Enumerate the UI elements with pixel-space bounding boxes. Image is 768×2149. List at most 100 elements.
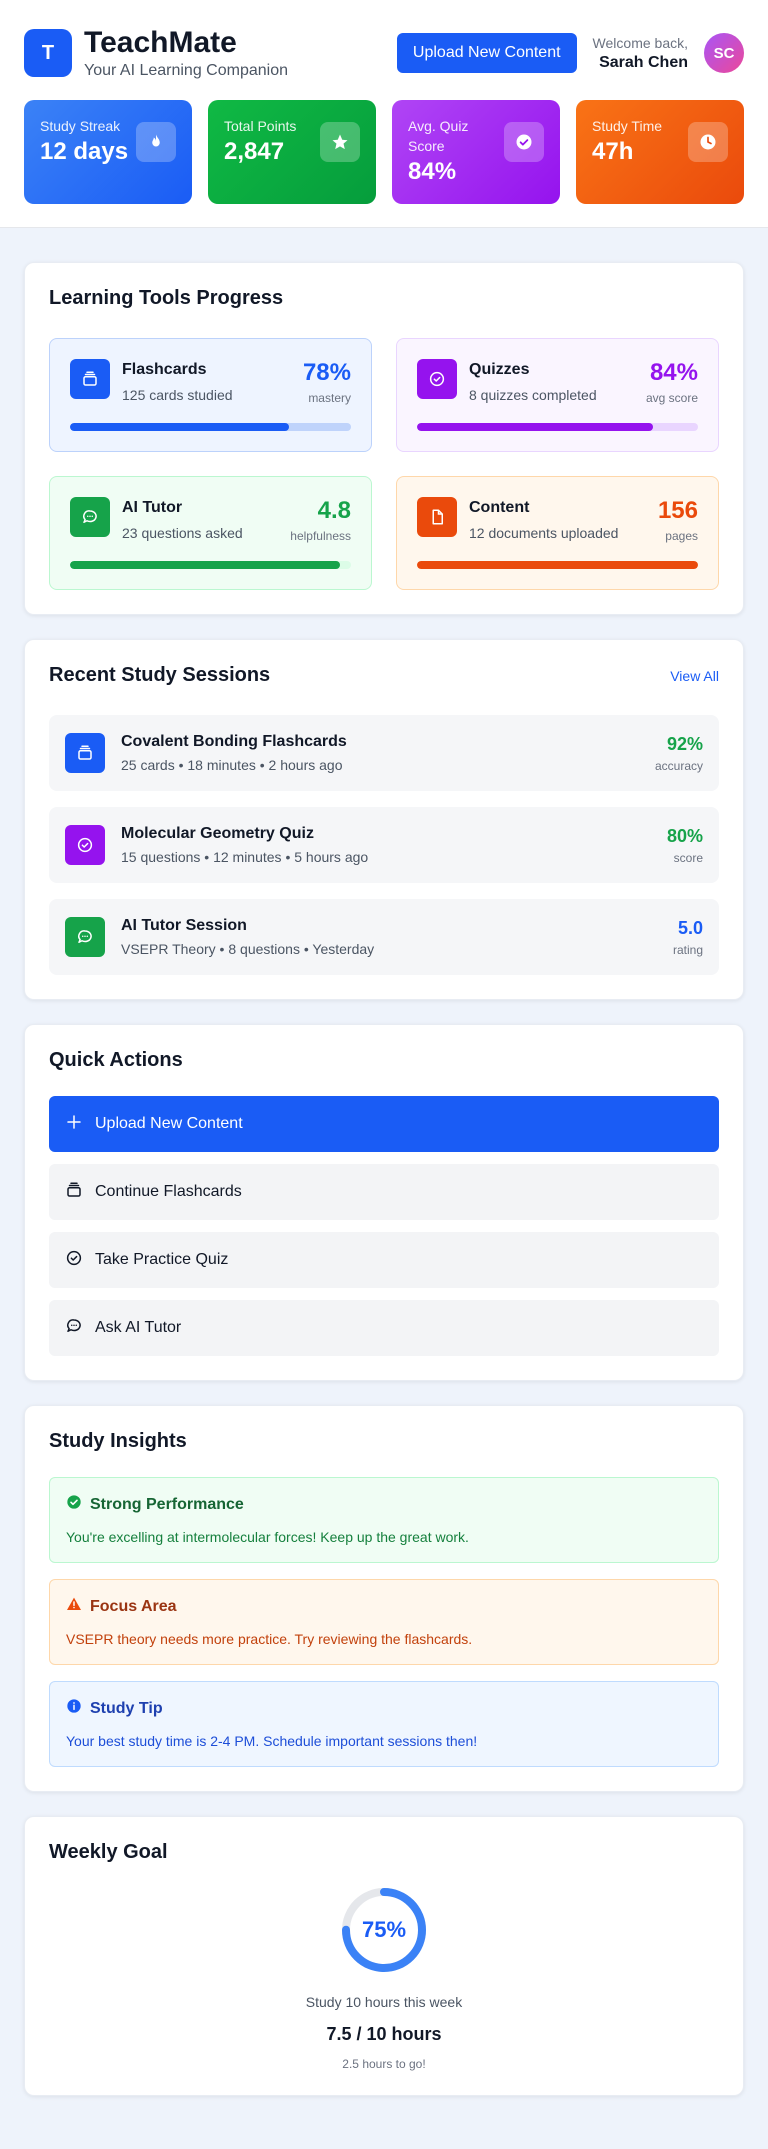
tool-desc: 12 documents uploaded	[469, 525, 619, 541]
action-label: Continue Flashcards	[95, 1183, 242, 1200]
session-title: Molecular Geometry Quiz	[121, 825, 314, 842]
tool-name: Content	[469, 499, 530, 516]
app-subtitle: Your AI Learning Companion	[84, 62, 288, 79]
view-all-link[interactable]: View All	[670, 668, 719, 684]
section-title: Recent Study Sessions	[49, 664, 271, 686]
tool-desc: 8 quizzes completed	[469, 387, 597, 403]
tool-desc: 23 questions asked	[122, 525, 243, 541]
goal-progress-ring: 75%	[340, 1886, 428, 1974]
document-icon	[417, 497, 457, 537]
check-circle-icon	[65, 825, 105, 865]
insight-body: You're excelling at intermolecular force…	[66, 1529, 469, 1545]
app-title: TeachMate	[84, 26, 237, 59]
stats-row: Study Streak 12 days Total Points 2,847 …	[24, 100, 744, 204]
insight-strong-performance: Strong Performance You're excelling at i…	[49, 1477, 719, 1563]
stat-card-quiz-score: Avg. Quiz Score 84%	[392, 100, 560, 204]
session-item[interactable]: AI Tutor Session VSEPR Theory • 8 questi…	[49, 899, 719, 975]
section-title: Weekly Goal	[49, 1841, 168, 1863]
stat-label: Study Time	[592, 118, 663, 134]
session-metric-value: 5.0	[677, 917, 703, 938]
session-meta: 15 questions • 12 minutes • 5 hours ago	[121, 849, 369, 865]
insight-title: Focus Area	[90, 1597, 177, 1615]
clock-icon	[688, 122, 728, 162]
avatar[interactable]: SC	[704, 33, 744, 73]
weekly-goal-card: Weekly Goal 75% Study 10 hours this week…	[24, 1816, 744, 2096]
progress-fill	[70, 423, 290, 431]
tool-metric-value: 78%	[302, 359, 351, 386]
session-title: Covalent Bonding Flashcards	[121, 733, 347, 750]
ask-ai-tutor-button[interactable]: Ask AI Tutor	[49, 1300, 719, 1356]
session-metric-label: rating	[672, 942, 703, 957]
stat-label: Avg. Quiz Score	[408, 118, 469, 154]
chat-icon	[70, 497, 110, 537]
flame-icon	[136, 122, 176, 162]
tool-metric-label: helpfulness	[290, 529, 351, 543]
chat-icon	[65, 1317, 83, 1340]
session-metric-value: 80%	[666, 825, 703, 846]
tool-quizzes[interactable]: Quizzes 8 quizzes completed 84% avg scor…	[396, 338, 719, 452]
goal-text: Study 10 hours this week	[305, 1994, 463, 2010]
learning-tools-card: Learning Tools Progress Flashcards 125 c…	[24, 262, 744, 615]
warning-icon	[66, 1596, 82, 1617]
section-title: Learning Tools Progress	[49, 287, 284, 309]
tool-name: Flashcards	[122, 361, 207, 378]
cards-icon	[65, 1181, 83, 1204]
progress-fill	[417, 561, 698, 569]
upload-new-content-button[interactable]: Upload New Content	[49, 1096, 719, 1152]
cards-icon	[70, 359, 110, 399]
session-title: AI Tutor Session	[121, 917, 247, 934]
tool-metric-label: avg score	[645, 391, 698, 405]
plus-icon	[65, 1113, 83, 1136]
quick-actions-card: Quick Actions Upload New Content Continu…	[24, 1024, 744, 1381]
chat-icon	[65, 917, 105, 957]
stat-value: 84%	[408, 158, 457, 185]
goal-remaining: 2.5 hours to go!	[342, 2057, 426, 2071]
session-item[interactable]: Covalent Bonding Flashcards 25 cards • 1…	[49, 715, 719, 791]
action-label: Ask AI Tutor	[95, 1319, 182, 1336]
session-meta: 25 cards • 18 minutes • 2 hours ago	[121, 757, 343, 773]
session-item[interactable]: Molecular Geometry Quiz 15 questions • 1…	[49, 807, 719, 883]
user-name: Sarah Chen	[599, 53, 688, 71]
cards-icon	[65, 733, 105, 773]
check-circle-icon	[504, 122, 544, 162]
tool-metric-value: 156	[657, 497, 698, 524]
welcome-text: Welcome back,	[592, 34, 688, 51]
star-icon	[320, 122, 360, 162]
tool-name: Quizzes	[469, 361, 530, 378]
progress-bar	[70, 561, 351, 569]
action-label: Upload New Content	[95, 1115, 243, 1132]
check-circle-icon	[65, 1249, 83, 1272]
tool-metric-label: pages	[665, 529, 698, 543]
stat-label: Study Streak	[40, 118, 121, 134]
progress-fill	[70, 561, 340, 569]
session-metric-value: 92%	[666, 733, 703, 754]
tool-ai-tutor[interactable]: AI Tutor 23 questions asked 4.8 helpfuln…	[49, 476, 372, 590]
check-circle-icon	[66, 1494, 82, 1515]
action-label: Take Practice Quiz	[95, 1251, 229, 1268]
progress-fill	[417, 423, 654, 431]
upload-content-button[interactable]: Upload New Content	[396, 33, 577, 73]
tool-metric-value: 4.8	[317, 497, 351, 524]
section-title: Quick Actions	[49, 1049, 183, 1071]
stat-card-points: Total Points 2,847	[208, 100, 376, 204]
welcome-block: Welcome back, Sarah Chen	[593, 35, 688, 72]
brand: T TeachMate Your AI Learning Companion	[24, 26, 288, 80]
tool-metric-value: 84%	[649, 359, 698, 386]
progress-bar	[417, 423, 698, 431]
tool-content[interactable]: Content 12 documents uploaded 156 pages	[396, 476, 719, 590]
check-circle-icon	[417, 359, 457, 399]
insight-title: Study Tip	[90, 1699, 163, 1717]
continue-flashcards-button[interactable]: Continue Flashcards	[49, 1164, 719, 1220]
goal-value: 7.5 / 10 hours	[326, 2024, 442, 2044]
tool-metric-label: mastery	[308, 391, 351, 405]
app-header: T TeachMate Your AI Learning Companion U…	[0, 0, 768, 228]
stat-card-streak: Study Streak 12 days	[24, 100, 192, 204]
study-insights-card: Study Insights Strong Performance You're…	[24, 1405, 744, 1792]
section-title: Study Insights	[49, 1430, 187, 1452]
tool-desc: 125 cards studied	[122, 387, 233, 403]
session-meta: VSEPR Theory • 8 questions • Yesterday	[121, 941, 375, 957]
insight-study-tip: Study Tip Your best study time is 2-4 PM…	[49, 1681, 719, 1767]
tool-flashcards[interactable]: Flashcards 125 cards studied 78% mastery	[49, 338, 372, 452]
progress-bar	[70, 423, 351, 431]
take-practice-quiz-button[interactable]: Take Practice Quiz	[49, 1232, 719, 1288]
